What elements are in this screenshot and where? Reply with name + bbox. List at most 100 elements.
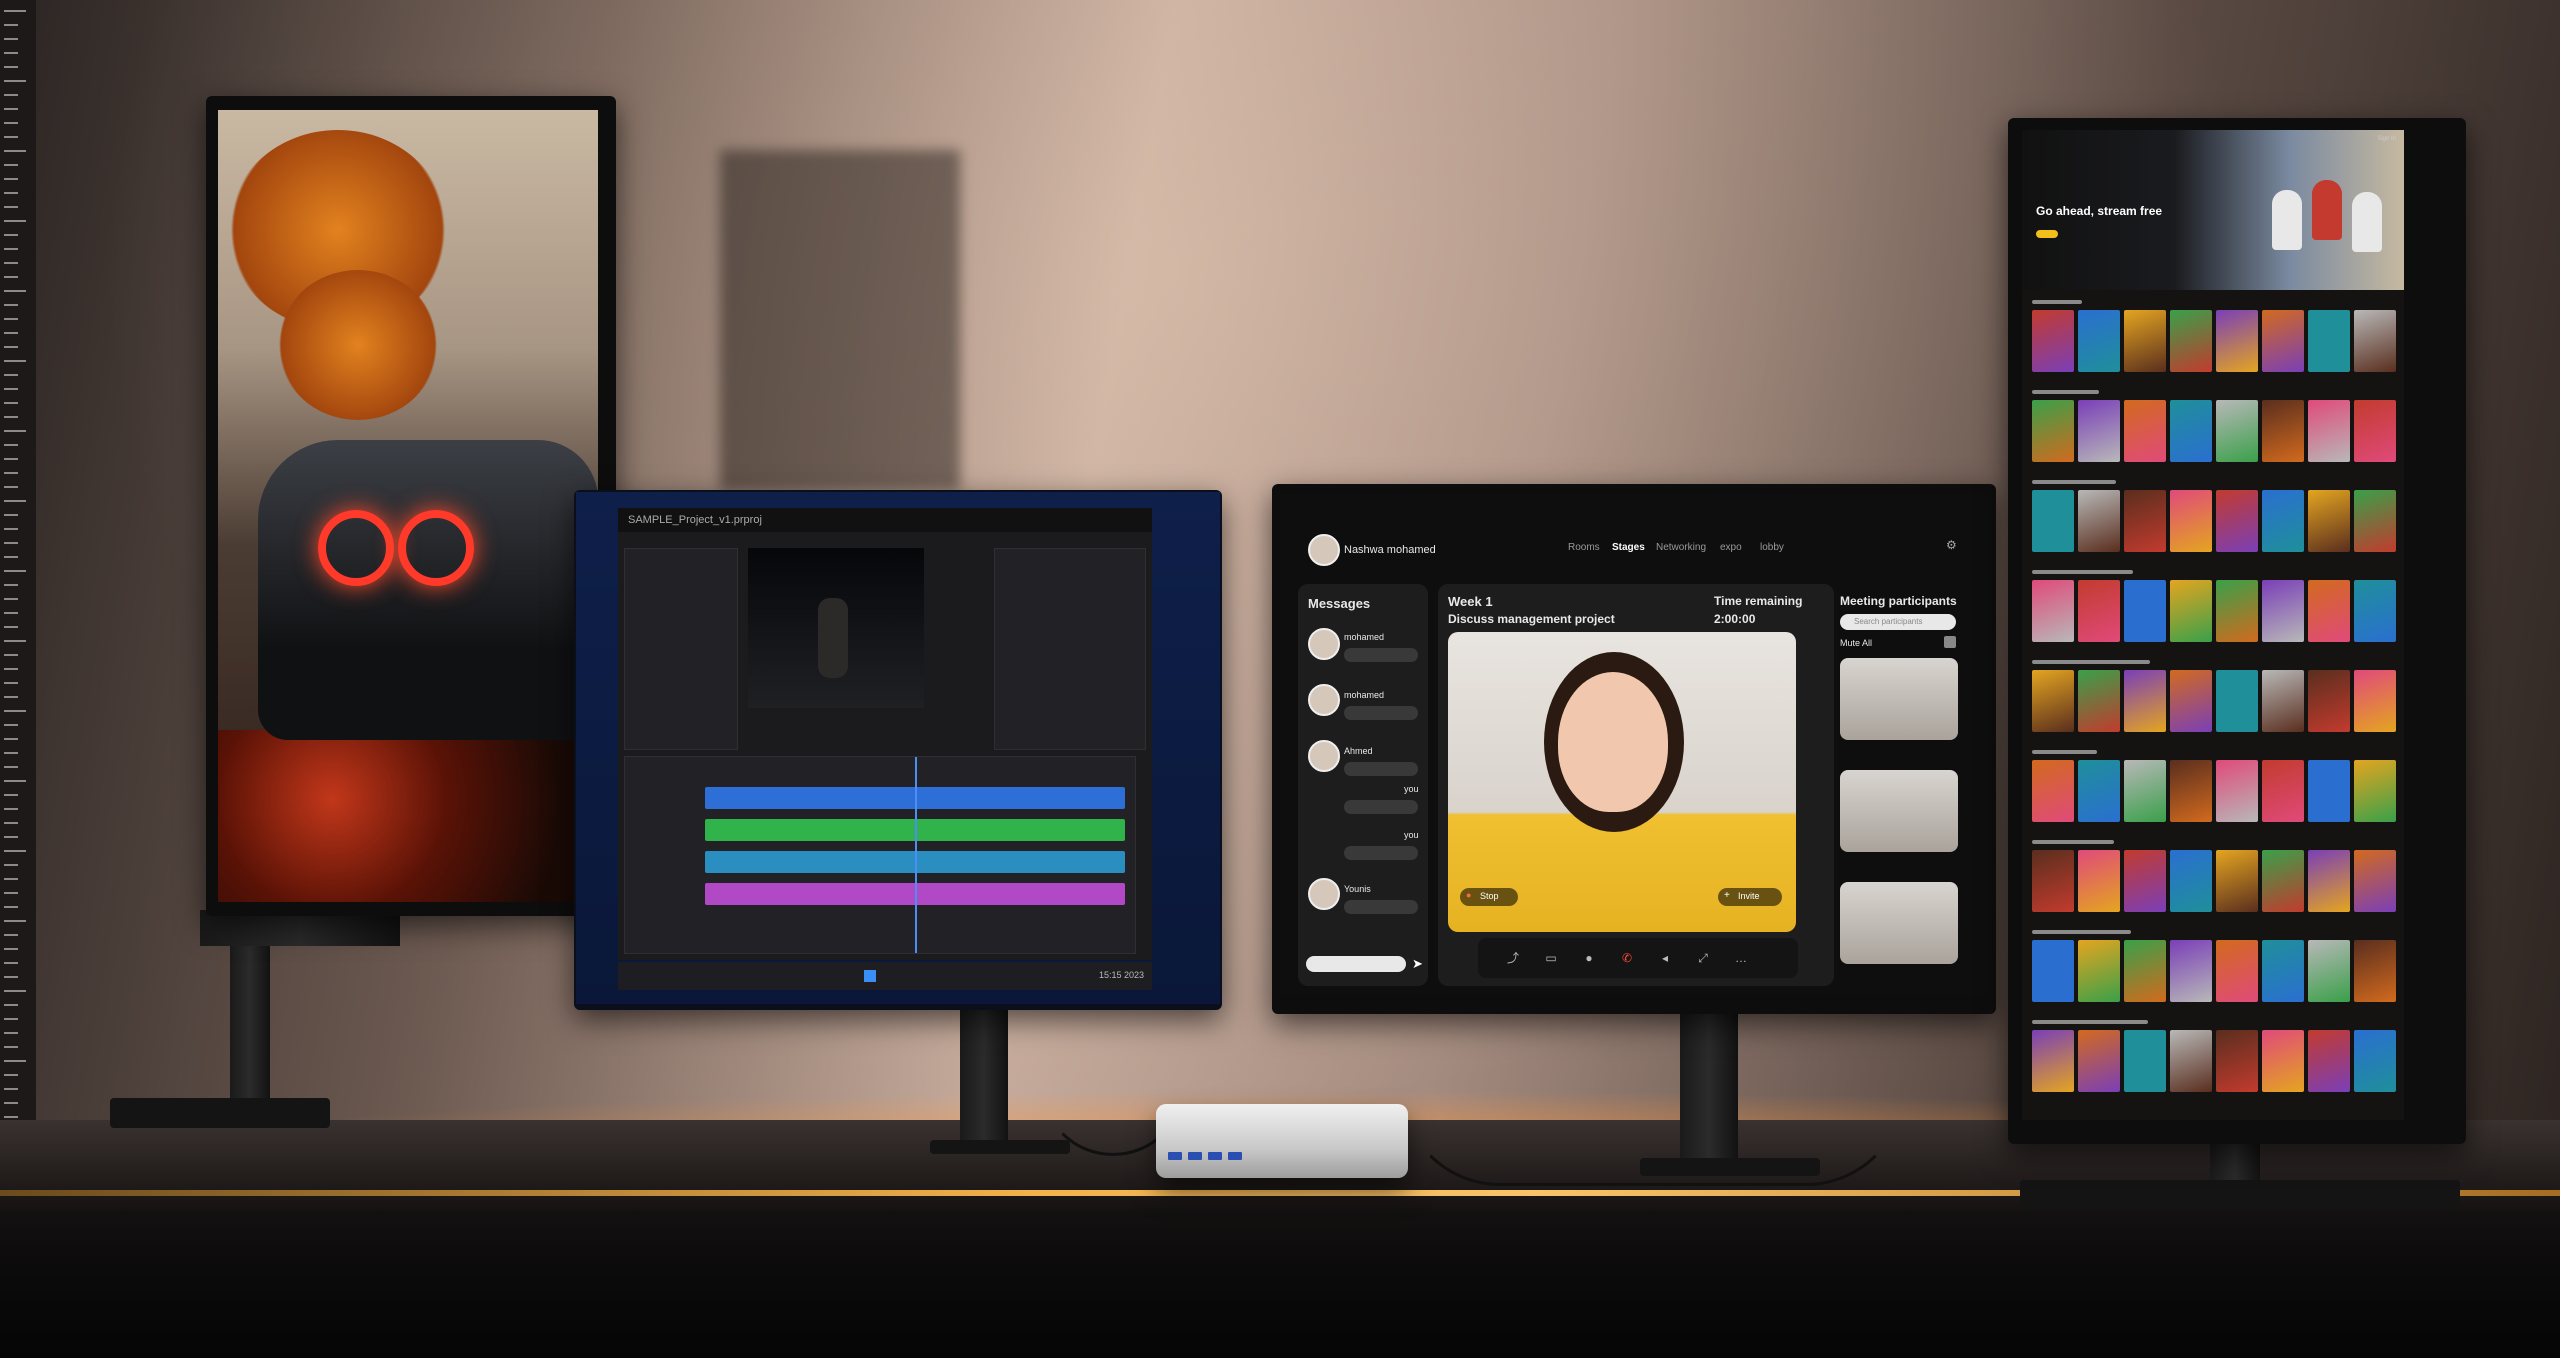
movie-poster[interactable] (2078, 670, 2120, 732)
effects-panel[interactable] (994, 548, 1146, 750)
movie-poster[interactable] (2032, 850, 2074, 912)
movie-poster[interactable] (2170, 670, 2212, 732)
movie-poster[interactable] (2354, 310, 2396, 372)
program-monitor[interactable] (748, 548, 924, 708)
movie-poster[interactable] (2308, 940, 2350, 1002)
movie-poster[interactable] (2354, 580, 2396, 642)
movie-poster[interactable] (2308, 490, 2350, 552)
more-icon[interactable]: … (1734, 951, 1748, 965)
movie-poster[interactable] (2124, 760, 2166, 822)
movie-poster[interactable] (2262, 580, 2304, 642)
movie-poster[interactable] (2308, 670, 2350, 732)
fullscreen-icon[interactable]: ⤢ (1696, 951, 1710, 965)
movie-poster[interactable] (2308, 850, 2350, 912)
participant-video[interactable] (1840, 882, 1958, 964)
movie-poster[interactable] (2262, 760, 2304, 822)
mute-all-toggle[interactable] (1944, 636, 1956, 648)
movie-poster[interactable] (2170, 310, 2212, 372)
camera-icon[interactable]: ▭ (1544, 951, 1558, 965)
participant-video[interactable] (1840, 658, 1958, 740)
movie-poster[interactable] (2216, 310, 2258, 372)
volume-icon[interactable]: ◂ (1658, 951, 1672, 965)
movie-poster[interactable] (2216, 940, 2258, 1002)
movie-poster[interactable] (2262, 490, 2304, 552)
movie-poster[interactable] (2262, 310, 2304, 372)
movie-poster[interactable] (2170, 940, 2212, 1002)
sign-in-link[interactable]: Sign In (2377, 136, 2396, 142)
movie-poster[interactable] (2078, 400, 2120, 462)
movie-poster[interactable] (2216, 670, 2258, 732)
movie-poster[interactable] (2216, 1030, 2258, 1092)
movie-poster[interactable] (2216, 400, 2258, 462)
movie-poster[interactable] (2308, 580, 2350, 642)
movie-poster[interactable] (2216, 760, 2258, 822)
movie-poster[interactable] (2032, 1030, 2074, 1092)
movie-poster[interactable] (2354, 760, 2396, 822)
windows-start-icon[interactable] (864, 970, 876, 982)
user-avatar[interactable] (1308, 534, 1340, 566)
send-icon[interactable]: ➤ (1412, 956, 1423, 972)
playhead[interactable] (915, 757, 917, 953)
timeline-panel[interactable] (624, 756, 1136, 954)
movie-poster[interactable] (2170, 1030, 2212, 1092)
movie-poster[interactable] (2308, 1030, 2350, 1092)
movie-poster[interactable] (2262, 670, 2304, 732)
mic-icon[interactable]: ● (1582, 951, 1596, 965)
movie-poster[interactable] (2262, 940, 2304, 1002)
movie-poster[interactable] (2170, 400, 2212, 462)
movie-poster[interactable] (2170, 490, 2212, 552)
movie-poster[interactable] (2170, 760, 2212, 822)
movie-poster[interactable] (2262, 850, 2304, 912)
movie-poster[interactable] (2032, 940, 2074, 1002)
movie-poster[interactable] (2170, 580, 2212, 642)
movie-poster[interactable] (2354, 400, 2396, 462)
participant-video[interactable] (1840, 770, 1958, 852)
movie-poster[interactable] (2308, 760, 2350, 822)
settings-icon[interactable]: ⚙ (1946, 538, 1957, 552)
movie-poster[interactable] (2032, 310, 2074, 372)
movie-poster[interactable] (2078, 580, 2120, 642)
movie-poster[interactable] (2078, 940, 2120, 1002)
nav-rooms[interactable]: Rooms (1568, 542, 1600, 553)
movie-poster[interactable] (2124, 580, 2166, 642)
movie-poster[interactable] (2308, 400, 2350, 462)
mute-all-label[interactable]: Mute All (1840, 638, 1872, 648)
movie-poster[interactable] (2216, 580, 2258, 642)
movie-poster[interactable] (2032, 400, 2074, 462)
movie-poster[interactable] (2354, 670, 2396, 732)
nav-stages[interactable]: Stages (1612, 542, 1645, 553)
movie-poster[interactable] (2078, 490, 2120, 552)
hangup-icon[interactable]: ✆ (1620, 951, 1634, 965)
share-icon[interactable]: ⤴ (1506, 951, 1520, 965)
movie-poster[interactable] (2216, 490, 2258, 552)
stop-button[interactable]: ● Stop (1460, 888, 1518, 906)
movie-poster[interactable] (2078, 850, 2120, 912)
movie-poster[interactable] (2170, 850, 2212, 912)
movie-poster[interactable] (2262, 400, 2304, 462)
movie-poster[interactable] (2032, 760, 2074, 822)
movie-poster[interactable] (2078, 1030, 2120, 1092)
nav-networking[interactable]: Networking (1656, 542, 1706, 553)
movie-poster[interactable] (2124, 850, 2166, 912)
movie-poster[interactable] (2124, 1030, 2166, 1092)
movie-poster[interactable] (2124, 400, 2166, 462)
movie-poster[interactable] (2124, 940, 2166, 1002)
watch-button[interactable] (2036, 230, 2058, 238)
movie-poster[interactable] (2354, 1030, 2396, 1092)
movie-poster[interactable] (2078, 310, 2120, 372)
movie-poster[interactable] (2032, 490, 2074, 552)
nav-expo[interactable]: expo (1720, 542, 1742, 553)
project-panel[interactable] (624, 548, 738, 750)
movie-poster[interactable] (2308, 310, 2350, 372)
participants-search[interactable]: Search participants (1840, 614, 1956, 630)
movie-poster[interactable] (2124, 310, 2166, 372)
movie-poster[interactable] (2032, 580, 2074, 642)
movie-poster[interactable] (2354, 850, 2396, 912)
movie-poster[interactable] (2124, 490, 2166, 552)
movie-poster[interactable] (2124, 670, 2166, 732)
movie-poster[interactable] (2262, 1030, 2304, 1092)
movie-poster[interactable] (2032, 670, 2074, 732)
movie-poster[interactable] (2078, 760, 2120, 822)
movie-poster[interactable] (2216, 850, 2258, 912)
movie-poster[interactable] (2354, 490, 2396, 552)
